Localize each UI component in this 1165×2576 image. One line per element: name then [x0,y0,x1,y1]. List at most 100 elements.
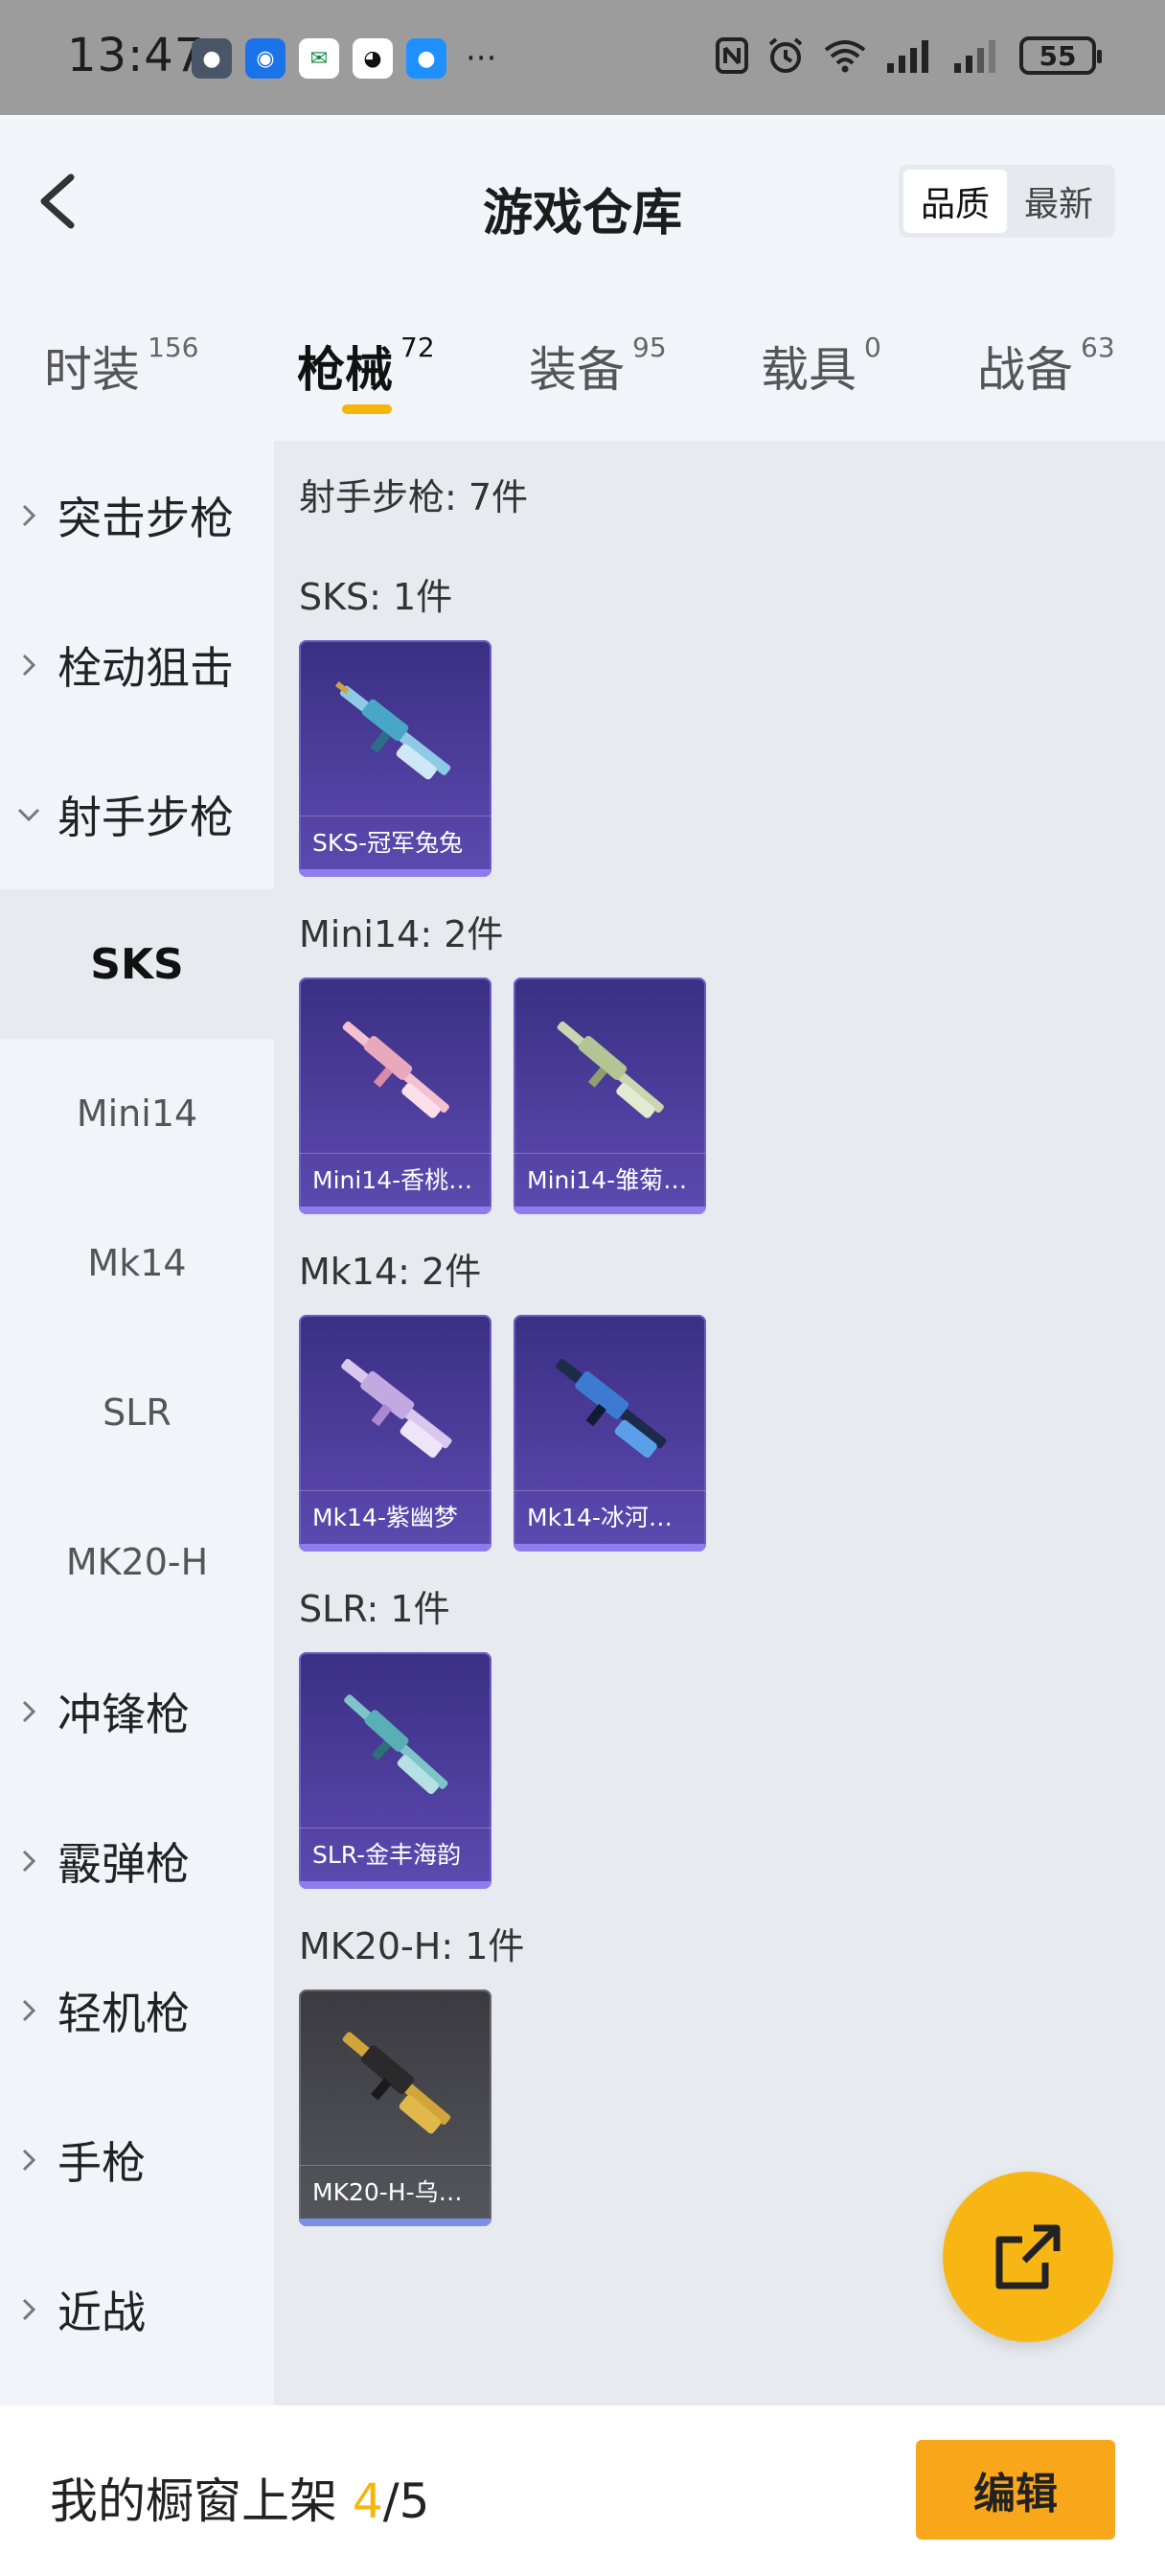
weapon-skin-name: SLR-金丰海韵 [299,1828,491,1881]
status-bar: 13:47 ● ◉ ✉ ◕ ● ··· 55 [0,0,1165,115]
sidebar-item-label: 射手步枪 [57,792,234,843]
rifle-icon [334,681,451,780]
share-button[interactable] [943,2172,1113,2342]
rifle-icon [556,1359,667,1458]
weapon-skin-card[interactable]: Mini14-香桃… [299,978,491,1214]
tab-label: 装备 [529,342,625,398]
shelf-label: 我的橱窗上架 [50,2473,337,2529]
sidebar-item-label: 栓动狙击 [57,642,234,694]
battery-indicator: 55 [1019,36,1102,75]
nfc-icon [715,34,749,77]
tab-guns[interactable]: 枪械 72 [297,332,435,401]
weapon-skin-name: Mini14-香桃… [299,1153,491,1207]
weapon-skin-card[interactable]: Mini14-雏菊… [514,978,706,1214]
category-count-header: 射手步枪: 7件 [299,476,529,518]
share-icon [995,2224,1061,2289]
weapon-category-sidebar: 突击步枪 栓动狙击 射手步枪 SKS Mini14 Mk14 SLR MK20-… [0,441,274,2405]
weapon-skin-card[interactable]: SKS-冠军兔兔 [299,640,491,877]
weapon-skin-card[interactable]: Mk14-冰河… [514,1315,706,1552]
rifle-icon [344,1694,448,1794]
weapon-skin-name: MK20-H-乌… [299,2165,491,2219]
weapon-list: 射手步枪: 7件 SKS: 1件 SKS-冠军兔兔 Mini14: 2件 Min… [274,441,1165,2405]
chevron-right-icon [22,1700,36,1723]
tab-equipment[interactable]: 装备 95 [529,332,667,401]
weapon-skin-name: Mk14-紫幽梦 [299,1490,491,1544]
sidebar-subitem-slr[interactable]: SLR [0,1338,274,1487]
sidebar-item-pistol[interactable]: 手枪 [0,2085,274,2235]
sidebar-item-smg[interactable]: 冲锋枪 [0,1637,274,1786]
game-app-icon: ● [192,38,232,79]
rifle-icon [341,1359,452,1458]
group-title: Mk14: 2件 [299,1251,482,1293]
qq-app-icon: ◕ [353,38,393,79]
sidebar-subitem-mini14[interactable]: Mini14 [0,1039,274,1188]
tab-label: 战备 [977,342,1073,398]
tab-fashion[interactable]: 时装 156 [44,332,198,401]
rarity-bar [299,869,491,877]
alarm-icon [766,34,805,77]
group-title: Mini14: 2件 [299,913,504,955]
rarity-bar [514,1207,706,1214]
tab-label: 时装 [44,342,140,398]
sidebar-item-shotgun[interactable]: 霰弹枪 [0,1786,274,1936]
sort-toggle: 品质 最新 [899,165,1115,238]
tab-count: 63 [1081,332,1115,363]
sidebar-subitem-mk14[interactable]: Mk14 [0,1188,274,1338]
sort-quality-option[interactable]: 品质 [903,170,1007,233]
tab-count: 156 [148,332,199,363]
weapon-skin-card[interactable]: MK20-H-乌… [299,1990,491,2226]
app-header: 游戏仓库 品质 最新 [0,115,1165,286]
tab-count: 95 [632,332,667,363]
shelf-total-count: /5 [382,2473,430,2529]
weapon-skin-name: Mini14-雏菊… [514,1153,706,1207]
tab-label: 枪械 [297,342,393,398]
rarity-bar [514,1544,706,1552]
active-tab-indicator [342,404,392,414]
sidebar-item-label: 突击步枪 [57,493,234,544]
sidebar-item-bolt-sniper[interactable]: 栓动狙击 [0,590,274,740]
more-notifications-icon: ··· [466,39,497,78]
category-tabs: 时装 156 枪械 72 装备 95 载具 0 战备 63 [0,286,1165,441]
group-title: SKS: 1件 [299,576,453,618]
chevron-right-icon [22,2149,36,2172]
edit-button[interactable]: 编辑 [916,2440,1115,2540]
group-title: SLR: 1件 [299,1588,450,1630]
sort-latest-option[interactable]: 最新 [1007,170,1110,233]
sidebar-subitem-sks[interactable]: SKS [0,889,274,1039]
group-title: MK20-H: 1件 [299,1925,525,1967]
tab-label: 载具 [761,342,857,398]
shelf-status: 我的橱窗上架 4/5 [50,2463,429,2532]
rifle-icon [342,2032,451,2134]
signal-icon [885,34,935,77]
sidebar-item-assault-rifle[interactable]: 突击步枪 [0,441,274,590]
tab-battle-gear[interactable]: 战备 63 [977,332,1115,401]
tab-vehicles[interactable]: 载具 0 [761,332,881,401]
rifle-icon [342,1021,449,1118]
sidebar-item-label: 霰弹枪 [57,1838,190,1890]
sidebar-item-melee[interactable]: 近战 [0,2235,274,2384]
sidebar-item-marksman-rifle[interactable]: 射手步枪 [0,740,274,889]
sidebar-item-label: 近战 [57,2287,146,2338]
chevron-right-icon [22,654,36,677]
weapon-skin-name: SKS-冠军兔兔 [299,816,491,869]
rarity-bar [299,1544,491,1552]
rarity-bar [299,1881,491,1889]
message-app-icon: ● [406,38,446,79]
sidebar-item-label: 轻机枪 [57,1988,190,2039]
shelf-bar: 我的橱窗上架 4/5 编辑 [0,2405,1165,2576]
sidebar-subitem-mk20h[interactable]: MK20-H [0,1487,274,1637]
post-app-icon: ✉ [299,38,339,79]
sidebar-item-lmg[interactable]: 轻机枪 [0,1936,274,2085]
wifi-icon [822,34,868,77]
chevron-right-icon [22,2298,36,2321]
tab-count: 72 [400,332,435,363]
tab-count: 0 [864,332,881,363]
rarity-bar [299,1207,491,1214]
sidebar-item-label: 手枪 [57,2137,146,2189]
weapon-skin-name: Mk14-冰河… [514,1490,706,1544]
notification-icons: ● ◉ ✉ ◕ ● ··· [192,38,496,79]
weapon-skin-card[interactable]: Mk14-紫幽梦 [299,1315,491,1552]
chevron-right-icon [22,504,36,527]
weapon-skin-card[interactable]: SLR-金丰海韵 [299,1652,491,1889]
chevron-right-icon [22,1999,36,2022]
